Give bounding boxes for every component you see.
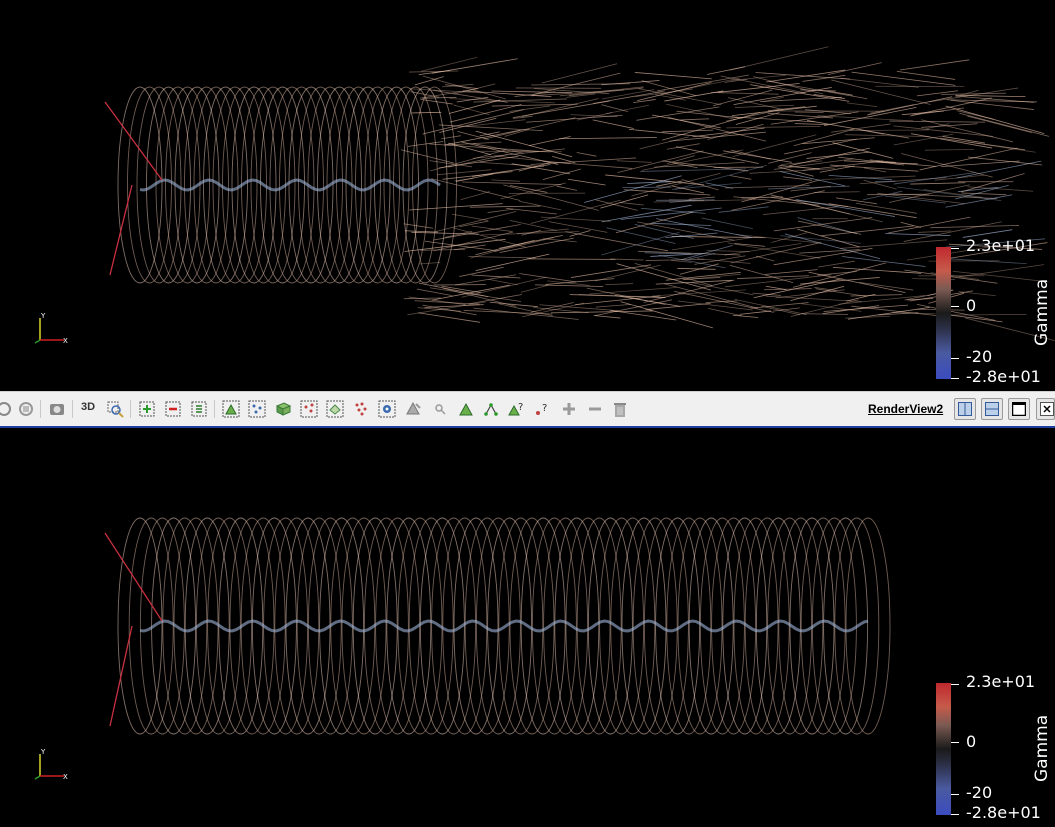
legend-max-label: 2.3e+01 xyxy=(966,672,1036,691)
helix-rings xyxy=(104,86,457,284)
legend-zero-label: 0 xyxy=(966,296,977,315)
vortex-helix-render-top xyxy=(104,46,1055,341)
legend-max-label: 2.3e+01 xyxy=(966,236,1036,255)
split-horizontal-icon[interactable] xyxy=(954,398,976,420)
svg-text:Y: Y xyxy=(40,312,46,320)
select-polygon-cells-icon[interactable] xyxy=(247,399,267,419)
svg-text:X: X xyxy=(63,773,68,781)
legend-title: Gamma xyxy=(1032,278,1052,346)
clear-selection-icon[interactable] xyxy=(610,399,630,419)
legend-min-label: -2.8e+01 xyxy=(966,367,1041,386)
color-legend-gradient xyxy=(936,683,951,815)
select-triangle-icon[interactable] xyxy=(456,399,476,419)
render-view-top[interactable]: 2.3e+01 0 -20 -2.8e+01 Gamma Y X xyxy=(0,0,1055,391)
close-icon[interactable] xyxy=(1036,398,1055,420)
grow-selection-icon[interactable] xyxy=(430,399,450,419)
hover-cells-icon[interactable] xyxy=(403,399,423,419)
select-points-through-icon[interactable] xyxy=(221,399,241,419)
legend-title: Gamma xyxy=(1032,714,1052,782)
color-legend-bottom: 2.3e+01 0 -20 -2.8e+01 Gamma xyxy=(936,674,1055,822)
select-polygon-points-icon[interactable] xyxy=(273,399,293,419)
helix-rings xyxy=(104,517,891,735)
orientation-axes-bottom: Y X xyxy=(32,746,72,786)
reset-camera-partial-icon[interactable] xyxy=(0,399,14,419)
query-points-icon[interactable]: ? xyxy=(532,399,552,419)
render-view-toolbar: 3D ? ? RenderView2 xyxy=(0,391,1055,428)
subtract-selection-icon[interactable] xyxy=(585,399,605,419)
svg-text:X: X xyxy=(63,337,68,345)
select-cells-on-icon[interactable] xyxy=(137,399,157,419)
render-view-title[interactable]: RenderView2 xyxy=(868,402,943,416)
legend-zero-label: 0 xyxy=(966,732,977,751)
legend-min-label: -2.8e+01 xyxy=(966,803,1041,822)
split-vertical-icon[interactable] xyxy=(981,398,1003,420)
add-selection-icon[interactable] xyxy=(559,399,579,419)
query-cells-icon[interactable]: ? xyxy=(506,399,526,419)
legend-tick-label: -20 xyxy=(966,347,993,366)
select-points-on-icon[interactable] xyxy=(163,399,183,419)
maximize-icon[interactable] xyxy=(1008,398,1030,420)
zoom-to-box-icon[interactable] xyxy=(105,399,125,419)
reset-camera-icon[interactable] xyxy=(16,399,36,419)
toggle-3d-button[interactable]: 3D xyxy=(81,401,95,413)
color-legend-top: 2.3e+01 0 -20 -2.8e+01 Gamma xyxy=(936,238,1055,386)
capture-screenshot-icon[interactable] xyxy=(47,399,67,419)
select-cells-through-icon[interactable] xyxy=(189,399,209,419)
select-vertices-icon[interactable] xyxy=(481,399,501,419)
render-view-bottom[interactable]: 2.3e+01 0 -20 -2.8e+01 Gamma Y X xyxy=(0,428,1055,827)
svg-text:?: ? xyxy=(542,403,547,414)
hover-points-icon[interactable] xyxy=(377,399,397,419)
legend-tick-label: -20 xyxy=(966,783,993,802)
svg-text:?: ? xyxy=(518,402,523,413)
color-legend-gradient xyxy=(936,247,951,379)
svg-text:Y: Y xyxy=(40,748,46,756)
vortex-helix-render-bottom xyxy=(104,517,891,735)
orientation-axes-top: Y X xyxy=(32,310,72,350)
select-blocks-icon[interactable] xyxy=(299,399,319,419)
interactive-select-cells-icon[interactable] xyxy=(325,399,345,419)
interactive-select-points-icon[interactable] xyxy=(351,399,371,419)
